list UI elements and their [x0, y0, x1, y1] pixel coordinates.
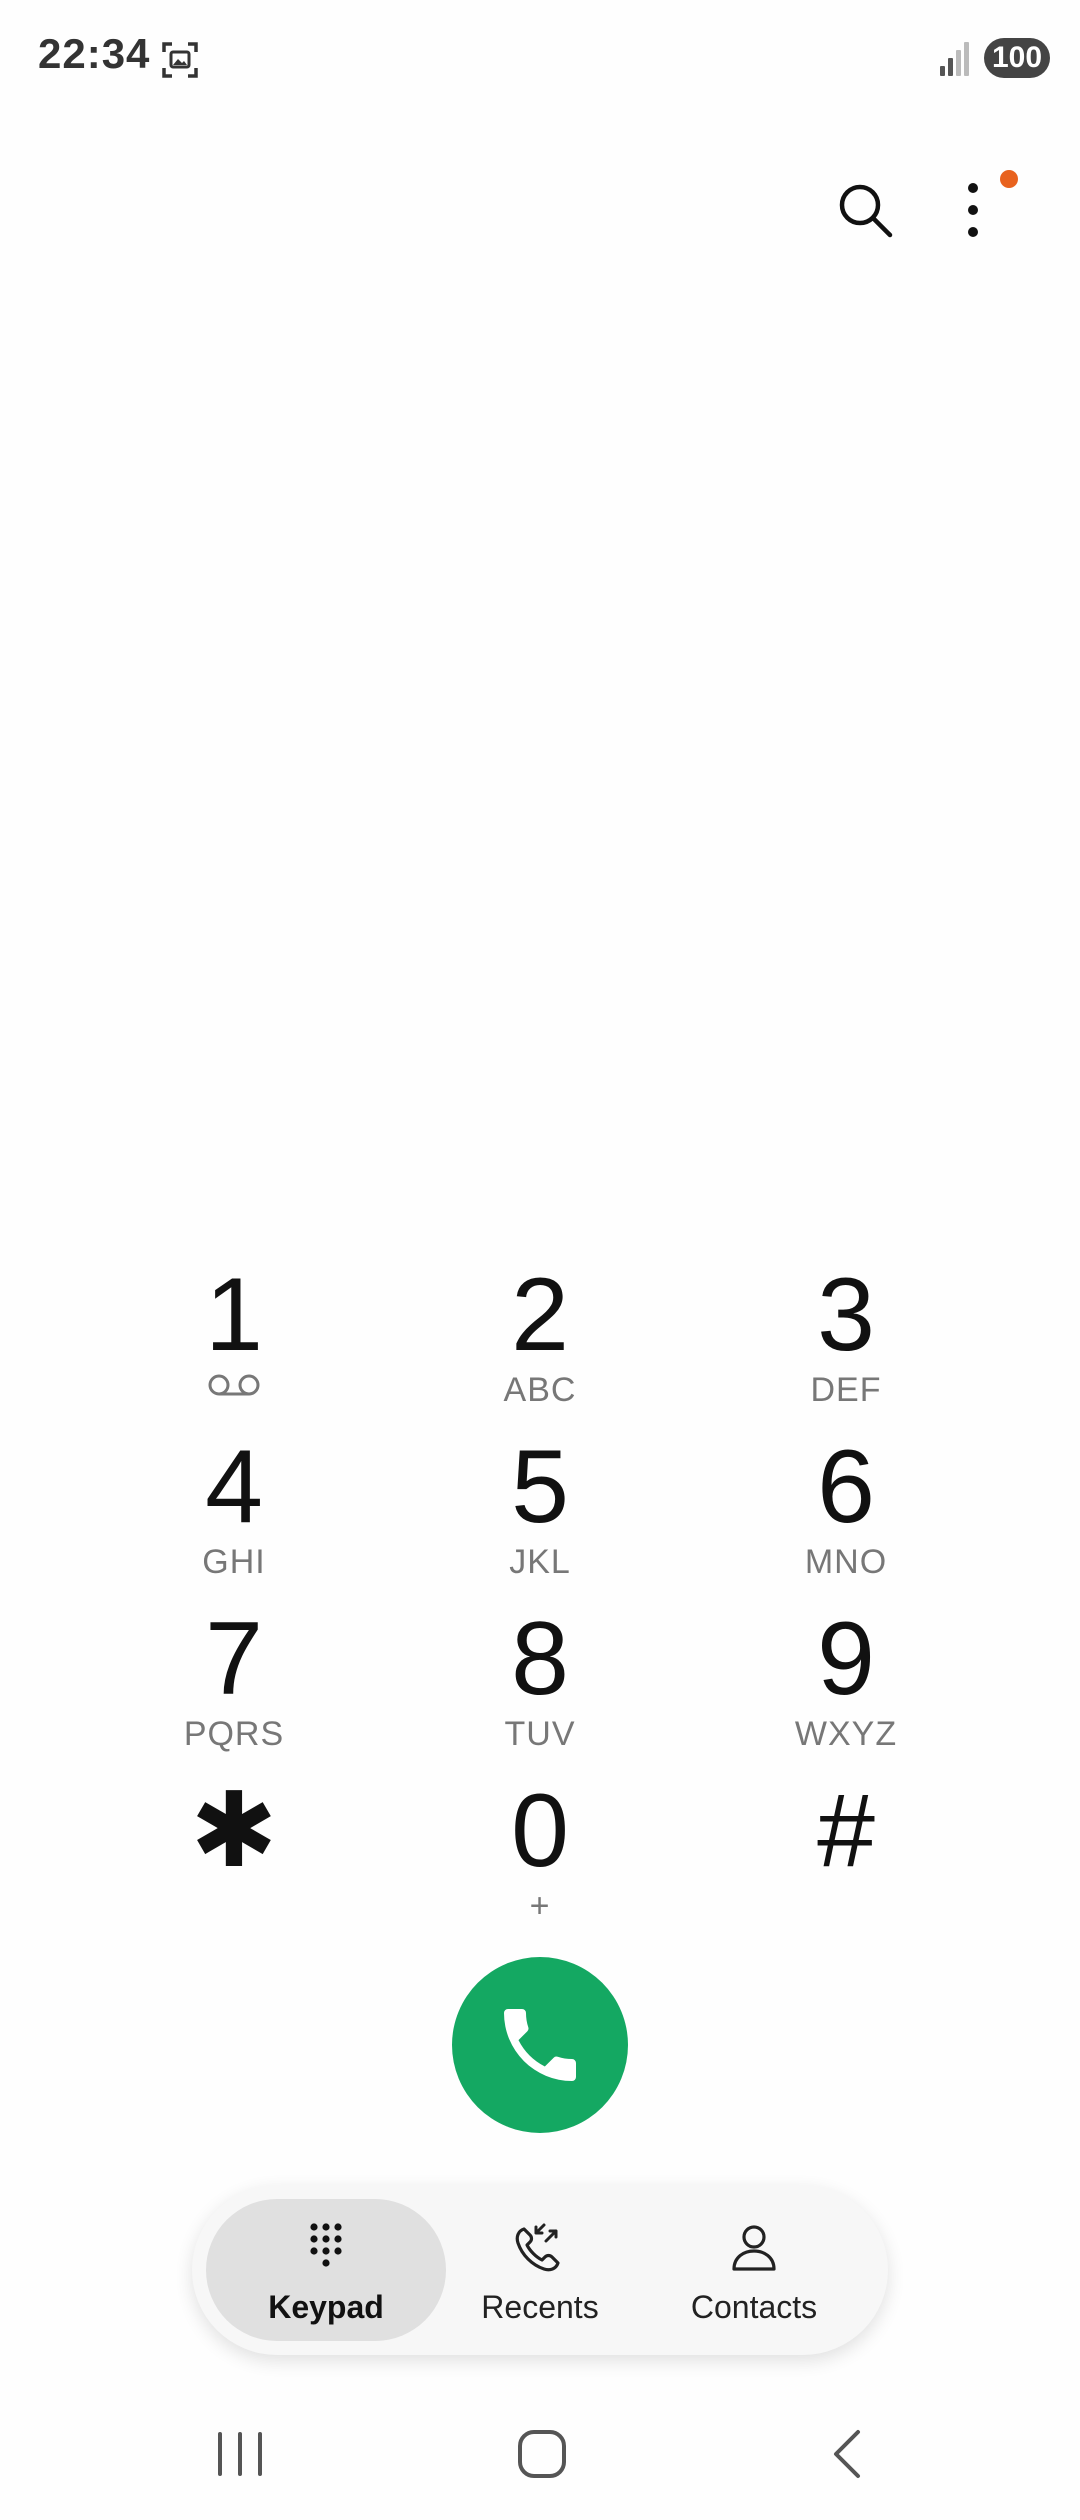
home-icon[interactable]	[512, 2424, 572, 2484]
key-letters: ABC	[503, 1371, 577, 1409]
recent-apps-icon[interactable]	[212, 2424, 268, 2484]
key-letters: PQRS	[183, 1715, 285, 1753]
dialer-screen: 22:34 100 1 2 ABC 3 DEF 4 GHI 5 JKL 6 MN…	[0, 0, 1080, 2520]
notification-dot	[1000, 170, 1018, 188]
key-digit: #	[817, 1773, 875, 1889]
key-3[interactable]: 3 DEF	[726, 1260, 966, 1430]
key-digit: 4	[205, 1429, 263, 1545]
key-digit: 9	[817, 1601, 875, 1717]
tab-label: Keypad	[268, 2289, 384, 2325]
key-7[interactable]: 7 PQRS	[114, 1604, 354, 1774]
recents-icon	[515, 2223, 560, 2272]
key-letters: MNO	[804, 1543, 888, 1581]
contacts-icon	[732, 2225, 776, 2271]
battery-indicator: 100	[984, 38, 1050, 78]
key-letters: JKL	[509, 1543, 571, 1581]
phone-icon	[504, 2009, 576, 2081]
key-8[interactable]: 8 TUV	[420, 1604, 660, 1774]
call-button[interactable]	[452, 1957, 628, 2133]
more-options-icon[interactable]	[955, 178, 991, 242]
keypad-icon	[310, 2223, 342, 2267]
voicemail-icon	[208, 1374, 260, 1396]
screenshot-icon	[162, 42, 198, 78]
key-hash[interactable]: #	[726, 1776, 966, 1946]
key-2[interactable]: 2 ABC	[420, 1260, 660, 1430]
key-digit: 1	[205, 1257, 263, 1373]
tab-contacts[interactable]: Contacts	[634, 2199, 874, 2341]
key-6[interactable]: 6 MNO	[726, 1432, 966, 1602]
tab-keypad[interactable]: Keypad	[206, 2199, 446, 2341]
key-letters: GHI	[202, 1543, 266, 1581]
key-5[interactable]: 5 JKL	[420, 1432, 660, 1602]
tab-label: Recents	[481, 2289, 599, 2325]
key-digit: ✱	[190, 1773, 278, 1889]
key-letters: WXYZ	[794, 1715, 898, 1753]
key-digit: 0	[511, 1773, 569, 1889]
bottom-tab-bar: Keypad Recents Contacts	[192, 2185, 888, 2355]
key-digit: 6	[817, 1429, 875, 1545]
tab-label: Contacts	[690, 2289, 818, 2325]
back-icon[interactable]	[822, 2424, 872, 2484]
signal-icon	[940, 42, 969, 76]
system-nav-bar	[0, 2400, 1080, 2520]
key-letters: +	[529, 1887, 551, 1925]
key-letters: TUV	[504, 1715, 576, 1753]
key-digit: 7	[205, 1601, 263, 1717]
tab-recents[interactable]: Recents	[420, 2199, 660, 2341]
key-1[interactable]: 1	[114, 1260, 354, 1430]
status-bar: 22:34 100	[0, 0, 1080, 120]
key-9[interactable]: 9 WXYZ	[726, 1604, 966, 1774]
key-0[interactable]: 0 +	[420, 1776, 660, 1946]
key-digit: 3	[817, 1257, 875, 1373]
status-time: 22:34	[38, 30, 151, 77]
search-icon[interactable]	[835, 180, 895, 240]
key-digit: 5	[511, 1429, 569, 1545]
key-4[interactable]: 4 GHI	[114, 1432, 354, 1602]
key-digit: 2	[511, 1257, 569, 1373]
key-star[interactable]: ✱	[114, 1776, 354, 1946]
key-digit: 8	[511, 1601, 569, 1717]
key-letters: DEF	[810, 1371, 882, 1409]
